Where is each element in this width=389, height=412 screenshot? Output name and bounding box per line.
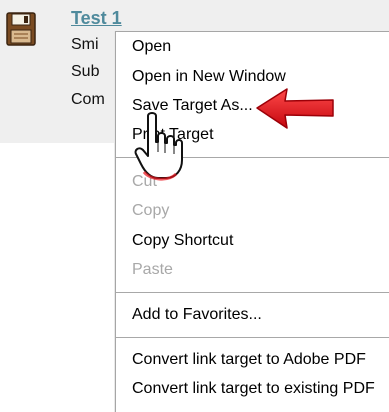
context-menu: Open Open in New Window Save Target As..…	[115, 31, 389, 412]
menu-item-convert-to-existing-pdf[interactable]: Convert link target to existing PDF	[132, 380, 375, 398]
red-arrow-icon	[256, 88, 334, 129]
result-line-3: Com	[71, 91, 105, 108]
menu-item-add-to-favorites[interactable]: Add to Favorites...	[132, 306, 262, 324]
menu-item-convert-to-pdf[interactable]: Convert link target to Adobe PDF	[132, 351, 366, 369]
result-line-2: Sub	[71, 63, 100, 80]
menu-item-open[interactable]: Open	[132, 38, 171, 56]
menu-item-copy-shortcut[interactable]: Copy Shortcut	[132, 232, 233, 250]
floppy-disk-icon	[6, 12, 36, 46]
result-title-link[interactable]: Test 1	[71, 8, 122, 29]
menu-separator	[116, 337, 389, 338]
menu-item-paste[interactable]: Paste	[132, 261, 173, 279]
menu-item-copy[interactable]: Copy	[132, 202, 169, 220]
result-line-1: Smi	[71, 36, 99, 53]
menu-item-open-new-window[interactable]: Open in New Window	[132, 68, 286, 86]
menu-separator	[116, 292, 389, 293]
hand-pointer-icon	[134, 112, 183, 181]
